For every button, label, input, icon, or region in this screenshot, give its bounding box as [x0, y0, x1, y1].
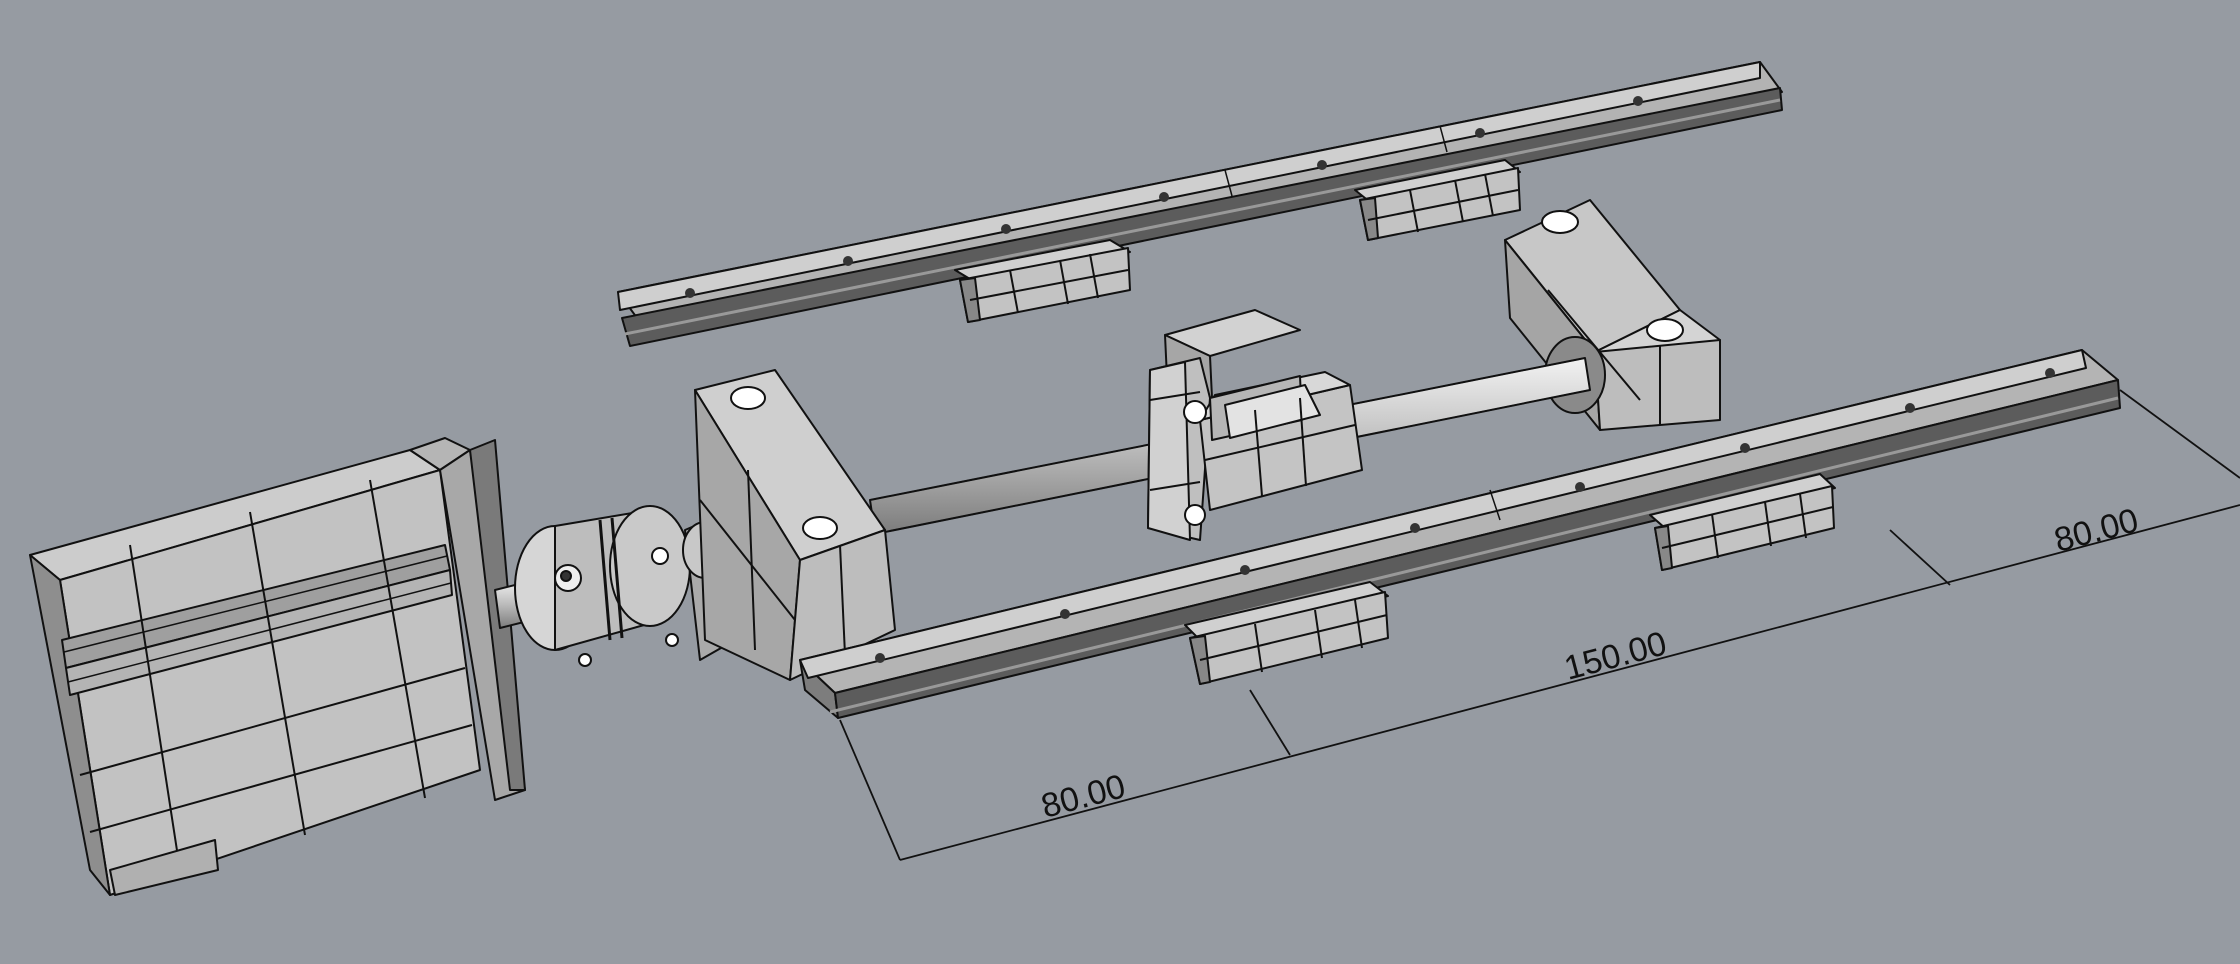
dimension-label-3[interactable]: 80.00	[2050, 501, 2142, 559]
cad-model-drawing: 80.00 150.00 80.00	[29, 61, 2240, 896]
ball-nut[interactable]	[1147, 309, 1363, 541]
stepper-motor[interactable]	[29, 437, 541, 896]
fixed-bearing-block[interactable]	[682, 369, 896, 681]
coupling[interactable]	[514, 505, 691, 667]
dimension-label-1[interactable]: 80.00	[1037, 767, 1129, 825]
dimension-label-2[interactable]: 150.00	[1560, 624, 1670, 687]
cad-viewport[interactable]: 80.00 150.00 80.00	[0, 0, 2240, 964]
